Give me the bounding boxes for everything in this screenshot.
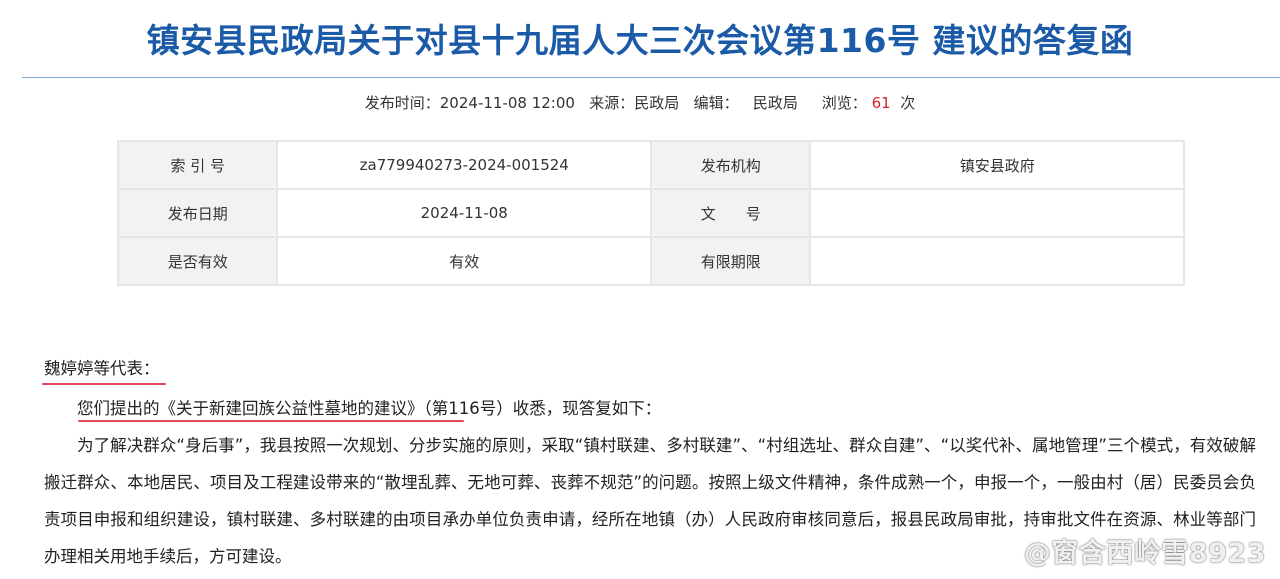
issuing-agency-label: 发布机构 <box>651 142 810 188</box>
validity-value: 有效 <box>278 238 650 284</box>
watermark-text: @窗含西岭雪8923 <box>1023 537 1266 569</box>
info-table: 索 引 号 za779940273-2024-001524 发布机构 镇安县政府… <box>117 140 1185 286</box>
table-row: 索 引 号 za779940273-2024-001524 发布机构 镇安县政府 <box>119 142 1183 188</box>
salutation-underline <box>42 383 166 385</box>
table-row: 是否有效 有效 有限期限 <box>119 238 1183 284</box>
table-row: 发布日期 2024-11-08 文 号 <box>119 190 1183 236</box>
validity-label: 是否有效 <box>119 238 277 284</box>
article-meta: 发布时间：2024-11-08 12:00 来源：民政局 编辑： 民政局 浏览：… <box>0 92 1280 114</box>
document-number-label: 文 号 <box>651 190 810 236</box>
editor-value: 民政局 <box>752 94 798 112</box>
views-label: 浏览： <box>821 94 867 112</box>
weibo-icon <box>984 536 1018 564</box>
validity-period-value <box>811 238 1183 284</box>
source-label: 来源： <box>589 94 635 112</box>
publish-time-label: 发布时间： <box>364 94 440 112</box>
publish-time: 2024-11-08 12:00 <box>439 94 575 112</box>
document-number-value <box>811 190 1183 236</box>
editor-label: 编辑： <box>693 94 739 112</box>
title-divider <box>22 77 1280 78</box>
index-number-value: za779940273-2024-001524 <box>278 142 650 188</box>
salutation: 魏婷婷等代表： <box>44 359 160 378</box>
views-count: 61 <box>871 94 891 112</box>
watermark: @窗含西岭雪8923 <box>984 532 1266 569</box>
page-title: 镇安县民政局关于对县十九届人大三次会议第116号 建议的答复函 <box>146 21 1134 60</box>
issuing-agency-value: 镇安县政府 <box>811 142 1183 188</box>
acknowledgement-underline <box>78 420 464 422</box>
validity-period-label: 有限期限 <box>651 238 810 284</box>
views-unit: 次 <box>900 94 916 112</box>
index-number-label: 索 引 号 <box>119 142 277 188</box>
publish-date-label: 发布日期 <box>119 190 277 236</box>
publish-date-value: 2024-11-08 <box>278 190 650 236</box>
source-value: 民政局 <box>634 94 680 112</box>
